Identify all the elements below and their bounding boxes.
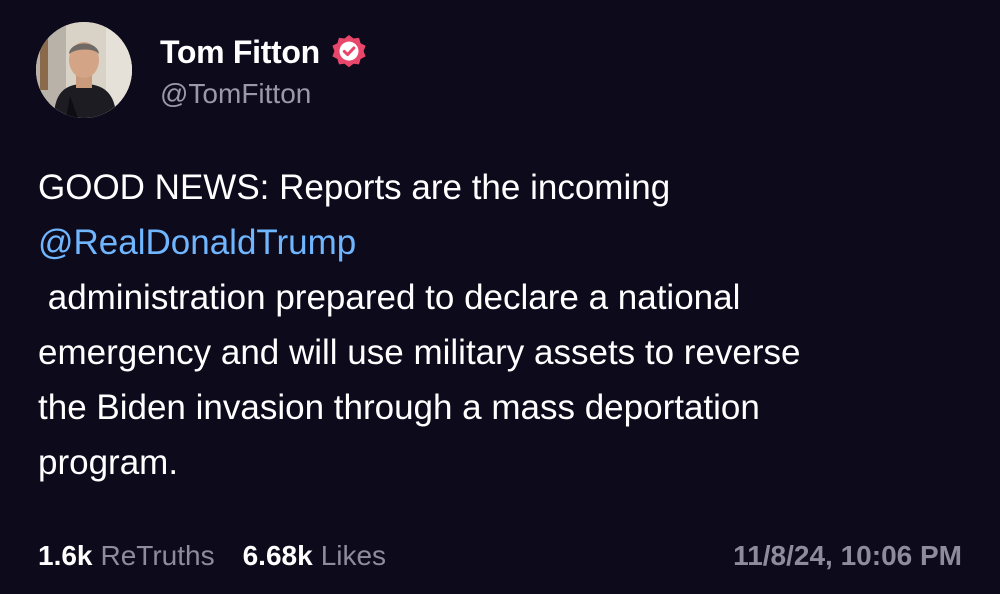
display-name[interactable]: Tom Fitton	[160, 34, 320, 71]
post-text-line: administration prepared to declare a nat…	[38, 278, 741, 317]
likes-count: 6.68k	[242, 540, 313, 571]
post-text-line: program.	[38, 443, 179, 482]
mention-link[interactable]: @RealDonaldTrump	[38, 215, 968, 270]
retruths-stat[interactable]: 1.6k ReTruths	[38, 540, 215, 572]
verified-badge-icon	[330, 33, 368, 71]
truth-post: Tom Fitton @TomFitton GOOD NEWS: Reports…	[0, 0, 1000, 594]
author-block: Tom Fitton @TomFitton	[160, 30, 368, 110]
post-text-line: GOOD NEWS: Reports are the incoming	[38, 168, 671, 207]
avatar[interactable]	[36, 22, 132, 118]
post-text: GOOD NEWS: Reports are the incoming @Rea…	[38, 160, 968, 490]
name-row: Tom Fitton	[160, 30, 368, 74]
post-text-line: emergency and will use military assets t…	[38, 333, 801, 372]
likes-stat[interactable]: 6.68k Likes	[243, 540, 386, 572]
timestamp[interactable]: 11/8/24, 10:06 PM	[733, 540, 962, 572]
handle[interactable]: @TomFitton	[160, 78, 368, 110]
retruths-label: ReTruths	[100, 540, 215, 571]
avatar-photo-icon	[36, 22, 132, 118]
post-text-line: the Biden invasion through a mass deport…	[38, 388, 760, 427]
retruths-count: 1.6k	[38, 540, 93, 571]
post-footer: 1.6k ReTruths 6.68k Likes 11/8/24, 10:06…	[38, 534, 962, 578]
likes-label: Likes	[320, 540, 387, 571]
